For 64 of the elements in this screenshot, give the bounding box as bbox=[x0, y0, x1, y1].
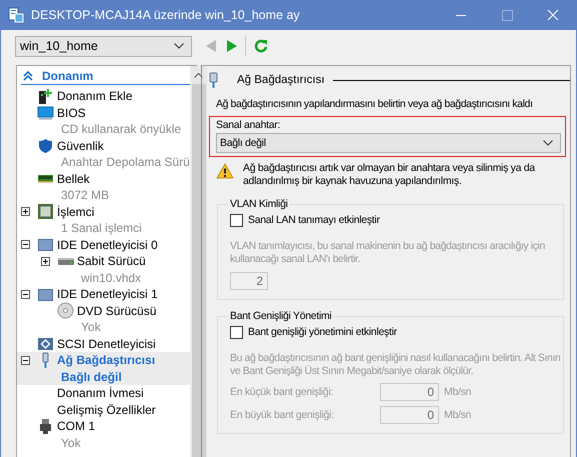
tree-item-detail: win10.vhdx bbox=[81, 270, 142, 286]
app-icon bbox=[8, 7, 24, 23]
unit-label: Mb/sn bbox=[444, 408, 472, 422]
tree-item[interactable]: COM 1 bbox=[57, 419, 96, 434]
window-title: DESKTOP-MCAJ14A üzerinde win_10_home ay bbox=[31, 8, 301, 22]
controller-icon bbox=[37, 236, 54, 254]
warning-icon bbox=[216, 163, 234, 179]
tree-item-detail: Yok bbox=[81, 319, 102, 336]
tree-item[interactable]: Güvenlik bbox=[57, 138, 104, 153]
hint-text: Bu ağ bağdaştırıcısının ağ bant genişliğini nasıl kullanacağını belirtin. Alt Sınırı ve Bant Genişliği Üst Sınırı Megabit/saniye olarak ölçülür. bbox=[230, 352, 562, 378]
tree-item-detail: 1 Sanal işlemci bbox=[61, 220, 143, 236]
tree-item-detail: CD kullanarak önyükle bbox=[61, 121, 182, 138]
tree-item[interactable]: İşlemci bbox=[57, 204, 94, 219]
tree-item-detail: Yok bbox=[61, 434, 82, 451]
processor-chip-icon bbox=[37, 203, 54, 220]
field-label: En küçük bant genişliği: bbox=[230, 386, 334, 398]
group-title: VLAN Kimliği bbox=[228, 197, 290, 211]
scroll-up-icon[interactable] bbox=[194, 73, 204, 78]
add-hardware-icon bbox=[37, 88, 54, 105]
section-header[interactable]: Donanım bbox=[21, 68, 190, 85]
tree-item[interactable]: Donanım İvmesi bbox=[57, 386, 144, 400]
expand-icon[interactable] bbox=[21, 207, 30, 216]
checkbox[interactable] bbox=[230, 326, 243, 339]
hard-drive-icon bbox=[58, 258, 74, 265]
unit-label: Mb/sn bbox=[444, 386, 472, 398]
checkbox-label[interactable]: Bant genişliği yönetimini etkinleştir bbox=[248, 326, 397, 339]
section-title: Ağ Bağdaştırıcısı bbox=[237, 74, 325, 86]
tree-item[interactable]: Bellek bbox=[57, 172, 90, 186]
forward-icon[interactable] bbox=[227, 40, 237, 52]
virtual-switch-dropdown[interactable]: Bağlı değil bbox=[216, 133, 561, 153]
serial-port-icon bbox=[37, 418, 54, 435]
tree-item-detail: Bağlı değil bbox=[61, 368, 123, 385]
hint-text: VLAN tanımlayıcısı, bu sanal makinenin bu ağ bağdaştırıcısı aracılığıy için kullanacağı sanal LAN'ı belirtir. bbox=[230, 240, 546, 266]
vm-dropdown[interactable]: win_10_home bbox=[15, 36, 192, 56]
scroll-thumb[interactable] bbox=[192, 84, 206, 457]
description-text: Ağ bağdaştırıcısının yapılandırmasını belirtin veya ağ bağdaştırıcısını kaldı bbox=[216, 98, 534, 111]
collapse-icon[interactable] bbox=[21, 290, 30, 299]
network-adapter-icon bbox=[208, 72, 219, 88]
tree-item[interactable]: IDE Denetleyicisi 0 bbox=[57, 238, 158, 252]
tree-item[interactable]: Ağ Bağdaştırıcısı bbox=[57, 353, 156, 368]
refresh-icon[interactable] bbox=[254, 39, 268, 53]
chevron-down-icon bbox=[543, 140, 553, 146]
collapse-icon[interactable] bbox=[21, 356, 30, 365]
expand-icon[interactable] bbox=[41, 256, 50, 266]
disc-icon bbox=[57, 302, 74, 320]
controller-icon bbox=[37, 335, 54, 352]
shield-icon bbox=[37, 137, 54, 154]
tree-item-detail: 3072 MB bbox=[61, 187, 110, 204]
tree-item[interactable]: SCSI Denetleyicisi bbox=[57, 336, 156, 351]
tree-item-detail: Anahtar Depolama Sürü bbox=[61, 154, 190, 170]
tree-item[interactable]: BIOS bbox=[57, 106, 86, 120]
tree-item[interactable]: IDE Denetleyicisi 1 bbox=[57, 287, 158, 302]
tree-item[interactable]: Sabit Sürücü bbox=[77, 254, 146, 268]
tree-item[interactable]: Donanım Ekle bbox=[57, 89, 132, 104]
collapse-icon[interactable] bbox=[21, 240, 30, 250]
tree-item[interactable]: DVD Sürücüsü bbox=[77, 304, 156, 318]
group-title: Bant Genişliği Yönetimi bbox=[228, 309, 334, 323]
field-label: Sanal anahtar: bbox=[216, 119, 282, 132]
warning-text: Ağ bağdaştırıcısı artık var olmayan bir anahtara veya silinmiş ya da adlandırılmış bir kaynak havuzuna yapılandırılmış. bbox=[243, 162, 536, 188]
chevron-down-icon bbox=[174, 43, 184, 49]
scrollbar[interactable] bbox=[190, 66, 207, 457]
monitor-icon bbox=[37, 104, 54, 122]
tree-item[interactable]: Gelişmiş Özellikler bbox=[57, 402, 156, 417]
field-label: En büyük bant genişliği: bbox=[230, 408, 335, 422]
